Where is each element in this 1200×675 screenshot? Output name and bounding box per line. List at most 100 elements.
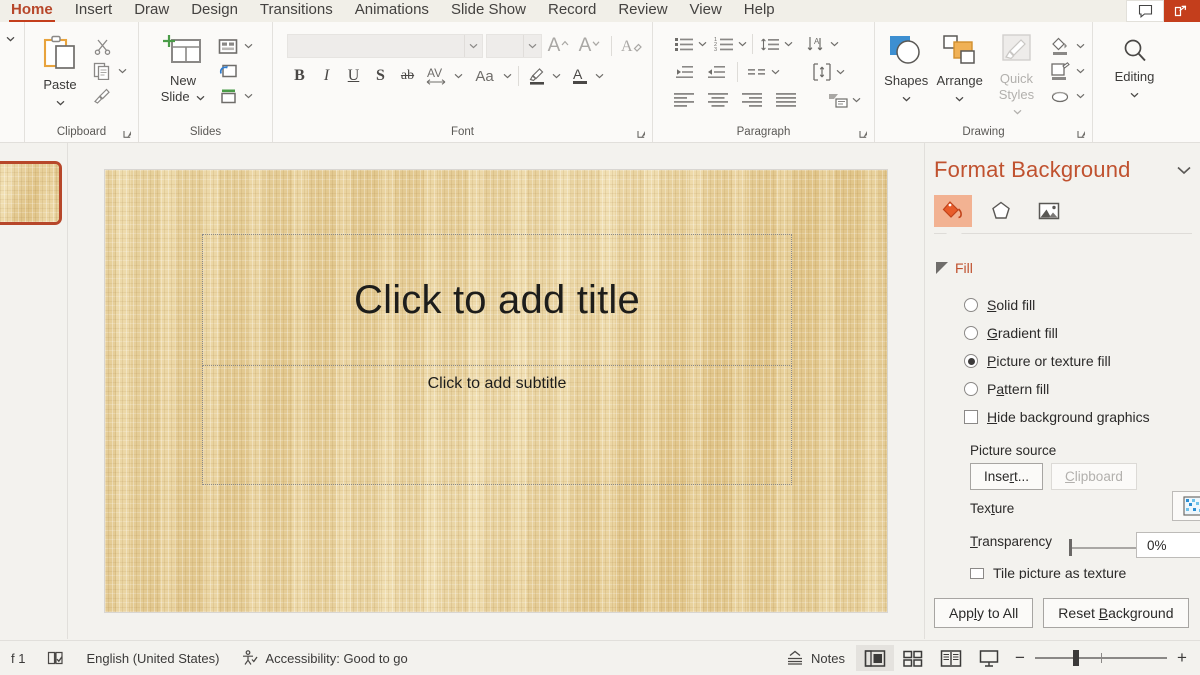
insert-picture-button[interactable]: Insert...	[970, 463, 1044, 490]
solid-fill-radio[interactable]	[964, 298, 978, 312]
slide-sorter-view-button[interactable]	[894, 645, 932, 671]
quick-styles-button[interactable]: Quick Styles	[988, 30, 1045, 121]
bold-button[interactable]: B	[287, 64, 313, 88]
subtitle-placeholder[interactable]: Click to add subtitle	[202, 365, 792, 485]
language-indicator[interactable]: English (United States)	[75, 641, 230, 675]
share-button[interactable]	[1164, 0, 1200, 22]
italic-button[interactable]: I	[314, 64, 340, 88]
editing-button[interactable]: Editing	[1111, 34, 1159, 108]
tab-home[interactable]: Home	[0, 0, 64, 22]
decrease-indent-button[interactable]	[671, 60, 697, 84]
shape-outline-button[interactable]	[1047, 59, 1073, 83]
drawing-dialog-launcher[interactable]	[1077, 130, 1086, 139]
bullets-chevron[interactable]	[697, 33, 708, 55]
numbering-button[interactable]: 1 2 3	[711, 32, 737, 56]
text-direction-button[interactable]: A	[803, 32, 829, 56]
align-text-chevron[interactable]	[835, 61, 846, 83]
font-name-combo[interactable]	[286, 34, 483, 58]
arrange-chevron[interactable]	[954, 88, 965, 110]
gradient-fill-radio[interactable]	[964, 326, 978, 340]
new-slide-button[interactable]: New Slide	[157, 30, 210, 107]
tile-picture-checkbox[interactable]	[970, 567, 984, 579]
underline-button[interactable]: U	[341, 64, 367, 88]
fill-section-header[interactable]: Fill	[936, 260, 973, 276]
comments-button[interactable]	[1126, 0, 1164, 22]
reading-view-button[interactable]	[932, 645, 970, 671]
shape-outline-chevron[interactable]	[1075, 60, 1086, 82]
text-highlight-chevron[interactable]	[551, 65, 562, 87]
panel-tab-effects[interactable]	[982, 195, 1020, 227]
zoom-in-button[interactable]: +	[1176, 648, 1188, 668]
normal-view-button[interactable]	[856, 645, 894, 671]
slide-canvas[interactable]: Click to add title Click to add subtitle	[105, 170, 887, 612]
change-case-button[interactable]: Aa	[469, 64, 501, 88]
notes-button[interactable]: Notes	[775, 641, 856, 675]
shape-effects-chevron[interactable]	[1075, 85, 1086, 107]
font-size-combo[interactable]	[485, 34, 542, 58]
format-painter-button[interactable]	[89, 84, 115, 108]
section-chevron[interactable]	[243, 85, 254, 107]
pattern-fill-radio[interactable]	[964, 382, 978, 396]
clipboard-picture-button[interactable]: Clipboard	[1051, 463, 1137, 490]
align-right-button[interactable]	[739, 88, 765, 112]
font-dialog-launcher[interactable]	[637, 130, 646, 139]
tab-review[interactable]: Review	[607, 0, 678, 22]
text-highlight-button[interactable]	[524, 64, 550, 88]
option-solid-fill[interactable]: Solid fill	[964, 291, 1150, 319]
arrange-button[interactable]: Arrange	[933, 30, 985, 112]
columns-chevron[interactable]	[770, 61, 781, 83]
tab-draw[interactable]: Draw	[123, 0, 180, 22]
character-spacing-chevron[interactable]	[453, 65, 464, 87]
transparency-value-input[interactable]: 0%	[1136, 532, 1200, 558]
panel-tab-picture[interactable]	[1030, 195, 1068, 227]
increase-font-size-button[interactable]: A	[545, 34, 573, 58]
tab-view[interactable]: View	[679, 0, 733, 22]
title-placeholder[interactable]: Click to add title	[202, 234, 792, 366]
shape-effects-button[interactable]	[1047, 84, 1073, 108]
option-pattern-fill[interactable]: Pattern fill	[964, 375, 1150, 403]
slide-layout-button[interactable]	[215, 34, 241, 58]
accessibility-indicator[interactable]: Accessibility: Good to go	[230, 641, 418, 675]
option-gradient-fill[interactable]: Gradient fill	[964, 319, 1150, 347]
copy-button[interactable]	[89, 59, 115, 83]
line-spacing-chevron[interactable]	[783, 33, 794, 55]
hide-background-graphics-checkbox[interactable]	[964, 410, 978, 424]
strikethrough-button[interactable]: ab	[395, 64, 421, 88]
tab-slide-show[interactable]: Slide Show	[440, 0, 537, 22]
apply-to-all-button[interactable]: Apply to All	[934, 598, 1034, 628]
align-text-button[interactable]	[809, 60, 835, 84]
option-picture-or-texture-fill[interactable]: Picture or texture fill	[964, 347, 1150, 375]
font-name-chevron[interactable]	[463, 35, 482, 57]
tab-insert[interactable]: Insert	[64, 0, 124, 22]
bullets-button[interactable]	[671, 32, 697, 56]
slide-number-indicator[interactable]: f 1	[0, 641, 36, 675]
paragraph-dialog-launcher[interactable]	[859, 130, 868, 139]
picture-or-texture-fill-radio[interactable]	[964, 354, 978, 368]
panel-tab-fill[interactable]	[934, 195, 972, 227]
editing-chevron[interactable]	[1129, 84, 1140, 106]
convert-to-smartart-button[interactable]	[825, 88, 851, 112]
copy-chevron[interactable]	[117, 60, 128, 82]
change-case-chevron[interactable]	[502, 65, 513, 87]
text-direction-chevron[interactable]	[829, 33, 840, 55]
cut-button[interactable]	[89, 34, 115, 58]
slide-show-view-button[interactable]	[970, 645, 1008, 671]
tab-help[interactable]: Help	[733, 0, 786, 22]
decrease-font-size-button[interactable]: A	[576, 34, 604, 58]
convert-to-smartart-chevron[interactable]	[851, 89, 862, 111]
paste-button[interactable]: Paste	[35, 30, 85, 116]
zoom-slider-handle[interactable]	[1073, 650, 1079, 666]
line-spacing-button[interactable]	[757, 32, 783, 56]
columns-button[interactable]	[744, 60, 770, 84]
undo-dropdown-chevron[interactable]	[5, 28, 16, 50]
shape-fill-chevron[interactable]	[1075, 35, 1086, 57]
zoom-out-button[interactable]: −	[1014, 648, 1026, 668]
slide-thumbnail-1[interactable]	[0, 161, 62, 225]
align-left-button[interactable]	[671, 88, 697, 112]
font-color-button[interactable]: A	[567, 64, 593, 88]
panel-options-button[interactable]	[1176, 165, 1192, 175]
option-hide-background-graphics[interactable]: Hide background graphics	[964, 403, 1150, 431]
tab-transitions[interactable]: Transitions	[249, 0, 344, 22]
align-center-button[interactable]	[705, 88, 731, 112]
slide-layout-chevron[interactable]	[243, 35, 254, 57]
